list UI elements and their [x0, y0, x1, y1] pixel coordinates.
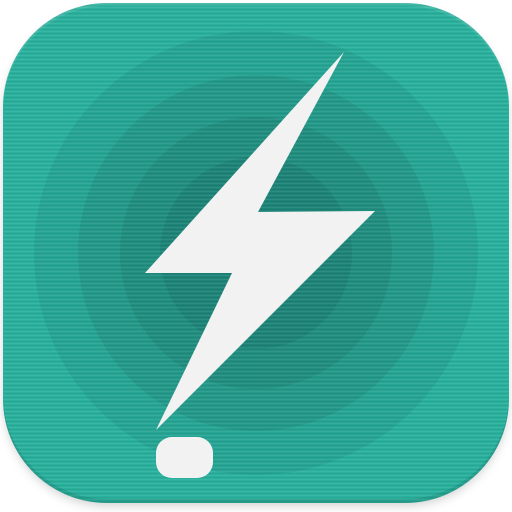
- bolt-shape: [145, 52, 375, 430]
- app-icon[interactable]: [0, 0, 512, 512]
- lightning-bolt-icon: [145, 52, 375, 478]
- alert-dot: [156, 437, 213, 478]
